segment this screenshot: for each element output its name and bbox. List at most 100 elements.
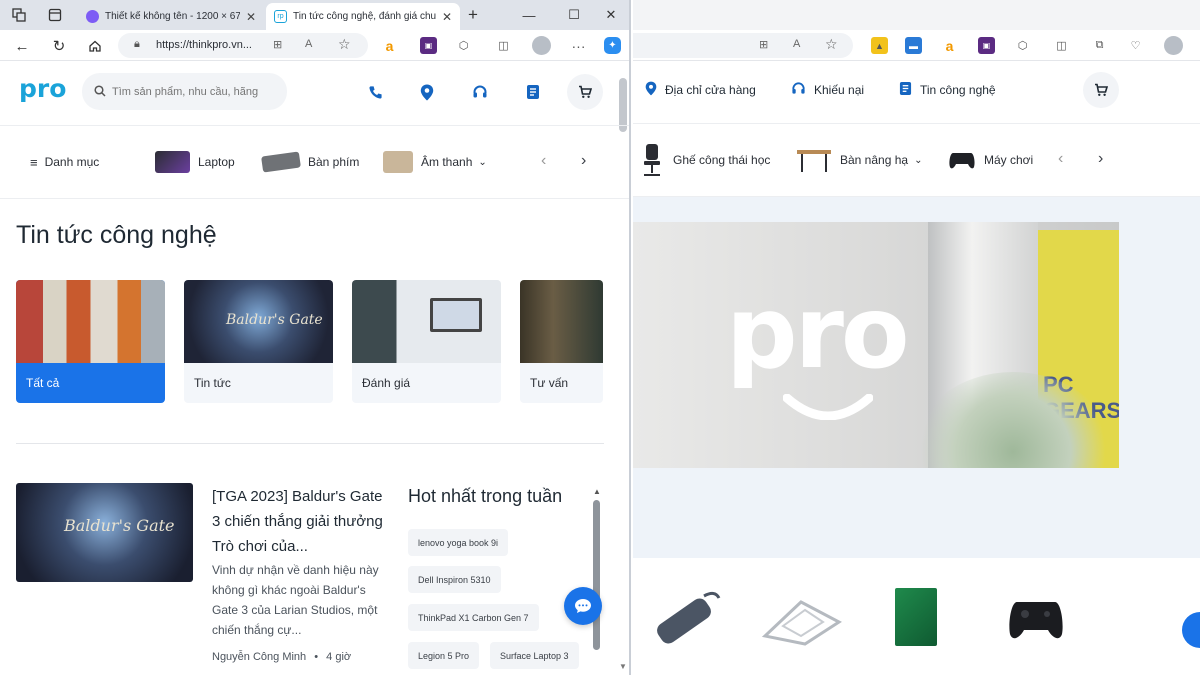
headset-support-icon[interactable] [468, 80, 492, 104]
profile-avatar-icon[interactable] [1164, 36, 1183, 55]
hot-list-scrollbar-thumb[interactable] [593, 500, 600, 650]
complaint-link[interactable]: Khiếu nại [791, 78, 864, 102]
refresh-icon[interactable]: ↻ [48, 35, 70, 57]
scroll-down-arrow-icon[interactable]: ▼ [619, 662, 627, 671]
category-laptop[interactable]: Laptop [155, 126, 235, 198]
category-audio[interactable]: Âm thanh ⌄ [383, 126, 487, 198]
collections-icon[interactable]: ⧉ [1091, 37, 1108, 54]
inner-scroll-up-icon[interactable]: ▲ [593, 487, 601, 496]
news-filter-card-all[interactable]: Tất cả [16, 280, 165, 403]
card-image [520, 280, 603, 363]
maximize-button[interactable]: ☐ [563, 4, 585, 26]
address-bar[interactable]: ⊞ A ☆ [633, 33, 853, 58]
news-filter-card-news[interactable]: Baldur's Gate Tin tức [184, 280, 333, 403]
site-logo[interactable]: pro [19, 74, 66, 103]
hot-chip[interactable]: Dell Inspiron 5310 [408, 566, 501, 593]
tab-canva[interactable]: Thiết kế không tên - 1200 × 675 ✕ [78, 3, 264, 30]
news-filter-card-review[interactable]: Đánh giá [352, 280, 501, 403]
read-aloud-icon[interactable]: A [305, 38, 312, 50]
news-filter-card-advice[interactable]: Tư vấn [520, 280, 603, 403]
close-tab-icon[interactable]: ✕ [436, 10, 452, 24]
copilot-icon[interactable]: ✦ [604, 37, 621, 54]
chat-button[interactable] [564, 587, 602, 625]
chevron-left-icon[interactable]: ‹ [541, 152, 546, 170]
store-address-link[interactable]: Địa chỉ cửa hàng [645, 78, 756, 102]
search-input[interactable] [112, 73, 272, 110]
workspaces-icon[interactable] [8, 4, 30, 26]
back-icon[interactable]: ← [11, 35, 33, 57]
extension-puzzle-icon[interactable]: ⬡ [455, 37, 472, 54]
cart-icon[interactable] [1083, 72, 1119, 108]
chevron-right-icon[interactable]: › [1098, 150, 1103, 168]
news-document-icon[interactable] [521, 80, 545, 104]
hamburger-menu-icon: ≡ [30, 154, 38, 170]
close-tab-icon[interactable]: ✕ [240, 10, 256, 24]
address-bar[interactable]: 🔒︎ https://thinkpro.vn... ⊞ A ☆ [118, 33, 368, 58]
hot-chip[interactable]: Legion 5 Pro [408, 642, 480, 669]
new-tab-button[interactable]: + [462, 4, 484, 26]
hot-section-title: Hot nhất trong tuần [408, 486, 563, 506]
category-menu-button[interactable]: ≡ Danh mục [30, 126, 99, 198]
link-label: Tin công nghệ [920, 83, 996, 97]
more-menu-icon[interactable]: ··· [570, 37, 587, 54]
extension-yellow-icon[interactable]: ▲ [871, 37, 888, 54]
reader-view-icon[interactable]: ⊞ [759, 38, 768, 51]
banner-logo: pro [726, 274, 910, 391]
usb-hub-product-image[interactable] [649, 586, 721, 661]
hot-chip[interactable]: lenovo yoga book 9i [408, 529, 509, 556]
tech-news-link[interactable]: Tin công nghệ [899, 78, 996, 102]
url-text: https://thinkpro.vn... [156, 39, 252, 51]
site-search-bar[interactable] [82, 73, 287, 110]
divider [16, 443, 604, 444]
search-icon [94, 84, 106, 102]
software-box-product-image[interactable] [895, 588, 937, 646]
article-title[interactable]: [TGA 2023] Baldur's Gate 3 chiến thắng g… [212, 484, 387, 559]
hero-banner[interactable]: PC GEARS pro [633, 222, 1119, 468]
profile-avatar-icon[interactable] [532, 36, 551, 55]
category-keyboard[interactable]: Bàn phím [261, 126, 359, 198]
card-label: Đánh giá [362, 376, 411, 390]
article-summary: Vinh dự nhận về danh hiệu này không gì k… [212, 563, 379, 637]
cart-icon[interactable] [567, 74, 603, 110]
keyboard-thumbnail-icon [261, 151, 301, 173]
card-label: Tư vấn [530, 376, 569, 390]
link-label: Địa chỉ cửa hàng [665, 83, 756, 97]
favorite-star-icon[interactable]: ☆ [338, 36, 351, 53]
laptop-screen-shape [430, 298, 482, 332]
favorite-star-icon[interactable]: ☆ [825, 36, 838, 53]
amazon-extension-icon[interactable]: a [941, 37, 958, 54]
close-window-button[interactable]: ✕ [600, 4, 622, 26]
extension-purple-icon[interactable]: ▣ [420, 37, 437, 54]
category-game-console[interactable]: Máy chơi [948, 124, 1033, 196]
phone-icon[interactable] [363, 80, 387, 104]
read-aloud-icon[interactable]: A [793, 38, 800, 50]
tab-thinkpro[interactable]: rp Tin tức công nghệ, đánh giá chuyên sâ… [266, 3, 460, 30]
category-standing-desk[interactable]: Bàn nâng hạ ⌄ [796, 124, 922, 196]
extension-blue-icon[interactable]: ▬ [905, 37, 922, 54]
browser-essentials-icon[interactable]: ♡ [1127, 37, 1144, 54]
article-thumbnail[interactable]: Baldur's Gate [16, 483, 193, 582]
minimize-button[interactable]: — [518, 4, 540, 26]
amazon-extension-icon[interactable]: a [381, 37, 398, 54]
page-scrollbar-thumb[interactable] [619, 78, 627, 132]
laptop-stand-product-image[interactable] [761, 596, 843, 651]
category-bar: Ghế công thái học Bàn nâng hạ ⌄ Máy chơi… [633, 123, 1200, 197]
hot-chip[interactable]: ThinkPad X1 Carbon Gen 7 [408, 604, 539, 631]
extension-purple-icon[interactable]: ▣ [978, 37, 995, 54]
banner-smile-shape [783, 394, 873, 420]
category-label: Danh mục [44, 155, 100, 169]
chevron-right-icon[interactable]: › [581, 152, 586, 170]
chevron-left-icon[interactable]: ‹ [1058, 150, 1063, 168]
gamepad-product-image[interactable] [1007, 594, 1065, 649]
thinkpro-favicon-icon: rp [274, 10, 287, 23]
location-pin-icon[interactable] [415, 80, 439, 104]
split-screen-icon[interactable]: ◫ [1053, 37, 1070, 54]
reader-view-icon[interactable]: ⊞ [273, 38, 282, 51]
tab-actions-icon[interactable] [44, 4, 66, 26]
split-screen-icon[interactable]: ◫ [495, 37, 512, 54]
extension-puzzle-icon[interactable]: ⬡ [1014, 37, 1031, 54]
title-strip [633, 0, 1200, 30]
category-ergonomic-chair[interactable]: Ghế công thái học [639, 124, 770, 196]
hot-chip[interactable]: Surface Laptop 3 [490, 642, 579, 669]
home-icon[interactable] [84, 35, 106, 57]
